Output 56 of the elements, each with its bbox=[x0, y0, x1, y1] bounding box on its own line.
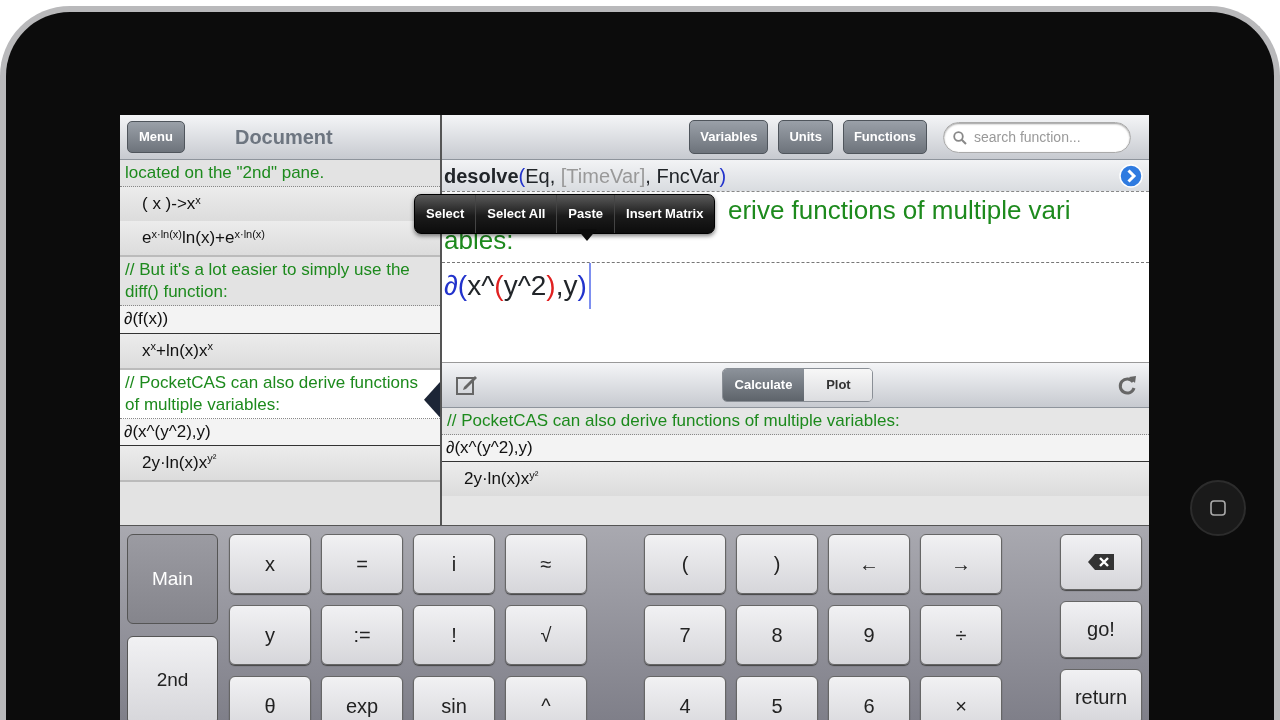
key[interactable]: i bbox=[413, 534, 495, 594]
key[interactable]: ÷ bbox=[920, 605, 1002, 665]
key[interactable]: y bbox=[229, 605, 311, 665]
home-button[interactable] bbox=[1190, 480, 1246, 536]
key[interactable]: 9 bbox=[828, 605, 910, 665]
syntax-hint: desolve(Eq, [TimeVar], FncVar) bbox=[444, 163, 727, 189]
square-icon bbox=[1209, 499, 1227, 517]
key[interactable]: ← bbox=[828, 534, 910, 594]
key[interactable]: 8 bbox=[736, 605, 818, 665]
backspace-key[interactable] bbox=[1060, 534, 1142, 591]
keyboard-mode-key[interactable]: 2nd bbox=[127, 635, 218, 720]
key[interactable]: ) bbox=[736, 534, 818, 594]
backspace-icon bbox=[1087, 553, 1115, 572]
result-expression: 2y·ln(x)x$^{y²}$ bbox=[120, 445, 440, 481]
toolbar-button[interactable]: Units bbox=[778, 120, 833, 154]
key[interactable]: 5 bbox=[736, 676, 818, 720]
key[interactable]: 7 bbox=[644, 605, 726, 665]
key[interactable]: go! bbox=[1060, 601, 1142, 658]
result-expression: x$^{x}$+ln(x)x$^{x}$ bbox=[120, 333, 440, 368]
input-expression[interactable]: ∂(f(x)) bbox=[120, 306, 440, 334]
input-expression[interactable]: ∂(x^(y^2),y) bbox=[120, 418, 440, 446]
document-cell[interactable]: // But it's a lot easier to simply use the diff() function: ∂(f(x)) x$^{x}$+ln(x)x$^{x}$ bbox=[120, 257, 440, 370]
key[interactable]: sin bbox=[413, 676, 495, 720]
result-expression: e$^{x·ln(x)}$ln(x)+e$^{x·ln(x)}$ bbox=[120, 221, 440, 256]
refresh-icon[interactable] bbox=[1117, 374, 1137, 396]
key[interactable]: exp bbox=[321, 676, 403, 720]
toolbar-button[interactable]: Functions bbox=[842, 120, 927, 154]
key[interactable]: ! bbox=[413, 605, 495, 665]
key[interactable]: := bbox=[321, 605, 403, 665]
document-cell[interactable]: // PocketCAS can also derive functions of multiple variables: ∂(x^(y^2),y) 2y·ln(x)x$^{y²}$ bbox=[120, 369, 440, 483]
input-expression[interactable]: ∂(x^(y^2),y) bbox=[442, 435, 1149, 463]
key[interactable]: θ bbox=[229, 676, 311, 720]
key[interactable]: return bbox=[1060, 668, 1142, 720]
key[interactable]: ( bbox=[644, 534, 726, 594]
key[interactable]: × bbox=[920, 676, 1002, 720]
key[interactable]: x bbox=[229, 534, 311, 594]
menu-item[interactable]: Select All bbox=[475, 195, 557, 233]
edit-icon[interactable] bbox=[456, 375, 478, 395]
key[interactable]: ^ bbox=[505, 676, 587, 720]
menu-item[interactable]: Insert Matrix bbox=[614, 195, 715, 233]
menu-button[interactable]: Menu bbox=[127, 121, 185, 153]
key[interactable]: √ bbox=[505, 605, 587, 665]
mode-tab[interactable]: Plot bbox=[804, 369, 873, 401]
search-field[interactable]: search function... bbox=[943, 121, 1131, 153]
key[interactable]: 4 bbox=[644, 676, 726, 720]
search-icon bbox=[953, 130, 967, 145]
result-expression: 2y·ln(x)x$^{y²}$ bbox=[442, 462, 1149, 497]
editor-input[interactable]: ∂(x^(y^2),y) bbox=[442, 262, 591, 309]
document-title: Document bbox=[234, 125, 333, 150]
mode-tab[interactable]: Calculate bbox=[722, 369, 805, 401]
key[interactable]: = bbox=[321, 534, 403, 594]
toolbar-button[interactable]: Variables bbox=[689, 120, 769, 154]
editor-comment-line: erive functions of multiple vari bbox=[728, 196, 1071, 226]
key[interactable]: 6 bbox=[828, 676, 910, 720]
key[interactable]: → bbox=[920, 534, 1002, 594]
key[interactable]: ≈ bbox=[505, 534, 587, 594]
